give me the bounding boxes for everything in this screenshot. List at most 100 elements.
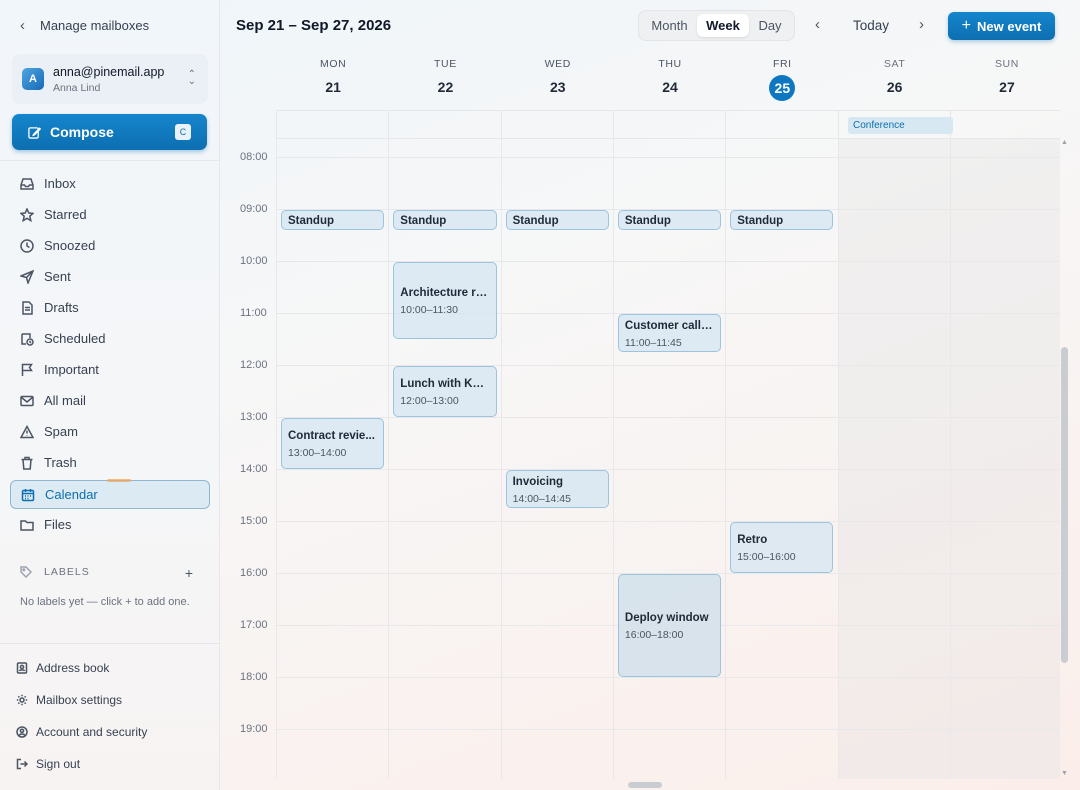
sidebar-item-trash[interactable]: Trash <box>0 447 219 478</box>
user-circle-icon <box>16 726 28 738</box>
sidebar-item-spam[interactable]: Spam <box>0 416 219 447</box>
event-time: 13:00–14:00 <box>288 447 347 459</box>
address-book-icon <box>16 662 28 674</box>
day-number: 27 <box>999 79 1015 95</box>
sidebar-item-calendar[interactable]: Calendar <box>10 479 210 509</box>
day-number: 24 <box>662 79 678 95</box>
new-event-label: New event <box>977 18 1042 34</box>
view-month-button[interactable]: Month <box>642 14 697 37</box>
account-switcher[interactable]: A anna@pinemail.app Anna Lind ⌃ ⌄ <box>12 54 208 104</box>
day-header-fri[interactable]: FRI 25 <box>727 58 837 108</box>
sidebar-item-label: All mail <box>44 393 86 408</box>
sidebar-item-label: Files <box>44 517 72 532</box>
time-label: 09:00 <box>240 203 268 215</box>
event-title: Standup <box>512 215 559 227</box>
view-day-button[interactable]: Day <box>749 14 791 37</box>
add-label-button[interactable]: + <box>185 565 194 581</box>
sidebar-item-label: Starred <box>44 207 87 222</box>
previous-week-button[interactable]: ‹ <box>815 16 820 33</box>
sidebar-item-label: Snoozed <box>44 238 96 253</box>
all-day-cell[interactable] <box>949 111 1062 138</box>
time-label: 15:00 <box>240 515 268 527</box>
all-day-event[interactable]: Conference <box>848 117 953 134</box>
all-day-cell[interactable] <box>388 111 500 138</box>
address-book-link[interactable]: Address book <box>0 652 219 684</box>
inbox-icon <box>20 177 34 190</box>
calendar-event[interactable]: Contract revie... 13:00–14:00 <box>281 418 385 469</box>
event-title: Contract revie... <box>288 430 375 442</box>
time-label: 12:00 <box>240 359 268 371</box>
day-name: SAT <box>883 58 906 70</box>
chevron-left-icon: ‹ <box>20 17 25 34</box>
draft-icon <box>22 300 33 315</box>
sidebar-item-snoozed[interactable]: Snoozed <box>0 230 219 261</box>
event-time: 14:00–14:45 <box>512 492 571 505</box>
event-time: 15:00–16:00 <box>737 551 796 563</box>
calendar-event[interactable]: Standup <box>617 210 722 230</box>
calendar-event[interactable]: Lunch with Karin 12:00–13:00 <box>393 366 497 417</box>
all-day-cell[interactable] <box>276 111 388 138</box>
sidebar-item-all-mail[interactable]: All mail <box>0 385 219 416</box>
compose-button[interactable]: Compose C <box>12 114 207 150</box>
all-day-cell[interactable] <box>725 111 837 138</box>
all-day-cell[interactable] <box>500 111 613 138</box>
day-header-thu[interactable]: THU 24 <box>615 58 725 108</box>
calendar-event[interactable]: Standup <box>505 210 609 230</box>
day-header-tue[interactable]: TUE 22 <box>390 58 500 108</box>
mail-icon <box>20 395 34 406</box>
sidebar-item-starred[interactable]: Starred <box>0 199 219 230</box>
sidebar-item-important[interactable]: Important <box>0 354 219 385</box>
calendar-event[interactable]: Standup <box>730 210 834 230</box>
sidebar-item-scheduled[interactable]: Scheduled <box>0 323 219 354</box>
avatar: A <box>22 68 44 90</box>
mailbox-settings-link[interactable]: Mailbox settings <box>0 684 219 716</box>
calendar-event[interactable]: Retro 15:00–16:00 <box>730 522 834 573</box>
day-header-wed[interactable]: WED 23 <box>503 58 613 108</box>
account-security-link[interactable]: Account and security <box>0 716 219 748</box>
vertical-scrollbar[interactable] <box>1061 347 1068 663</box>
hour-line <box>276 521 1060 522</box>
sidebar-item-drafts[interactable]: Drafts <box>0 292 219 323</box>
scroll-up-arrow[interactable]: ▲ <box>1061 139 1068 146</box>
event-title: Lunch with Karin <box>400 378 490 390</box>
calendar-event[interactable]: Deploy window 16:00–18:00 <box>617 574 722 677</box>
sidebar-item-inbox[interactable]: Inbox <box>0 168 219 199</box>
sign-out-link[interactable]: Sign out <box>0 748 219 780</box>
hour-line <box>276 417 1060 418</box>
sidebar-item-sent[interactable]: Sent <box>0 261 219 292</box>
day-name: TUE <box>434 58 457 70</box>
today-button[interactable]: Today <box>853 18 889 33</box>
sidebar-item-label: Spam <box>44 424 78 439</box>
today-date-badge: 25 <box>769 75 796 101</box>
calendar-event[interactable]: Customer call, ... 11:00–11:45 <box>617 314 722 352</box>
day-header-sat[interactable]: SAT 26 <box>840 58 950 108</box>
footer-item-label: Account and security <box>36 725 148 739</box>
plus-icon: + <box>961 16 972 34</box>
scroll-down-arrow[interactable]: ▼ <box>1061 770 1068 777</box>
horizontal-scrollbar[interactable] <box>628 782 662 788</box>
day-header-mon[interactable]: MON 21 <box>278 58 388 108</box>
view-switcher: Month Week Day <box>638 10 795 41</box>
trash-icon <box>21 456 33 470</box>
new-event-button[interactable]: + New event <box>948 12 1055 40</box>
time-label: 10:00 <box>240 255 268 267</box>
event-time: 10:00–11:30 <box>400 304 458 316</box>
sidebar-item-label: Trash <box>44 455 77 470</box>
next-week-button[interactable]: › <box>919 16 924 33</box>
day-header-sun[interactable]: SUN 27 <box>952 58 1062 108</box>
calendar-event[interactable]: Standup <box>281 210 385 230</box>
day-column-line <box>949 139 951 779</box>
calendar-event[interactable]: Standup <box>393 210 497 230</box>
calendar-event[interactable]: Invoicing 14:00–14:45 <box>505 470 609 508</box>
sidebar-nav: Inbox Starred Snoozed Sent Drafts Schedu… <box>0 168 219 540</box>
sidebar-item-label: Scheduled <box>44 331 106 346</box>
day-column-line <box>725 139 727 779</box>
event-time: 12:00–13:00 <box>400 395 459 407</box>
view-week-button[interactable]: Week <box>697 14 749 37</box>
manage-mailboxes-link[interactable]: ‹ Manage mailboxes <box>20 17 149 34</box>
sidebar-item-files[interactable]: Files <box>0 509 219 540</box>
day-name: MON <box>320 58 347 70</box>
all-day-cell[interactable] <box>612 111 725 138</box>
footer-item-label: Sign out <box>36 757 81 771</box>
calendar-event[interactable]: Architecture re... 10:00–11:30 <box>393 262 497 339</box>
